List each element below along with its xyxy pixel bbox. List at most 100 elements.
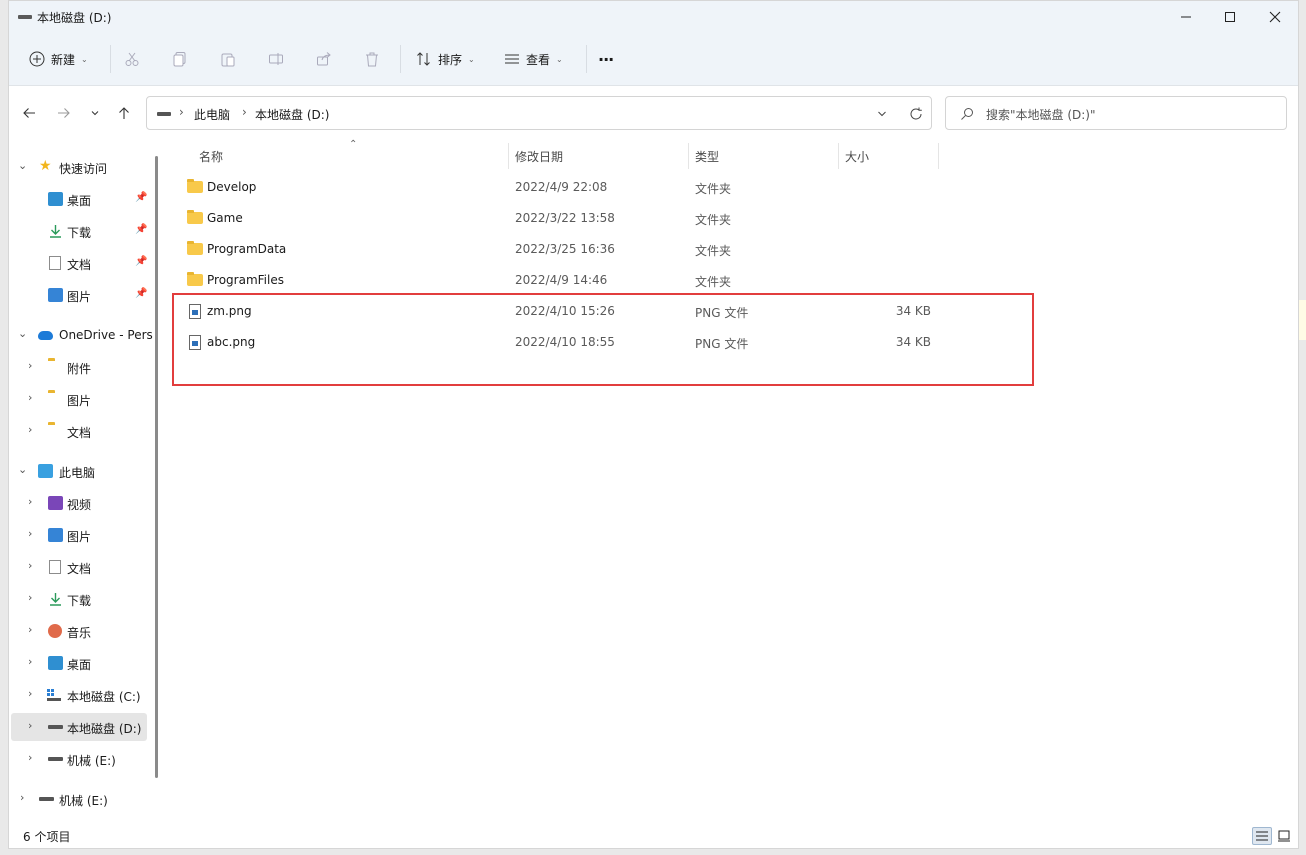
tiles-view-icon — [1278, 830, 1290, 842]
title-bar[interactable]: 本地磁盘 (D:) — [9, 1, 1298, 33]
tiles-view-button[interactable] — [1274, 827, 1294, 845]
document-icon — [49, 256, 61, 270]
sidebar-item-downloads[interactable]: 下载 📌 — [9, 217, 151, 245]
sidebar-item-pc-downloads[interactable]: › 下载 — [9, 585, 151, 613]
arrow-left-icon — [23, 108, 35, 118]
drive-icon — [157, 112, 171, 116]
sidebar-item-documents[interactable]: 文档 📌 — [9, 249, 151, 277]
sidebar-item-pc-documents[interactable]: › 文档 — [9, 553, 151, 581]
maximize-icon — [1225, 12, 1235, 22]
more-options-button[interactable]: ··· — [598, 47, 614, 71]
sidebar-item-label: 快速访问 — [59, 162, 108, 176]
sidebar-item-pc-desktop[interactable]: › 桌面 — [9, 649, 151, 677]
rename-icon — [269, 53, 283, 65]
recent-locations-button[interactable] — [83, 102, 107, 124]
star-icon: ★ — [39, 158, 52, 174]
file-type: 文件夹 — [695, 244, 732, 258]
file-row-develop[interactable]: Develop 2022/4/9 22:08 文件夹 — [169, 173, 989, 203]
chevron-right-icon: › — [28, 559, 33, 572]
details-view-button[interactable] — [1252, 827, 1272, 845]
chevron-right-icon: › — [28, 655, 33, 668]
share-icon — [317, 52, 331, 66]
chevron-down-icon: ⌄ — [18, 327, 28, 340]
close-button[interactable] — [1252, 1, 1298, 33]
sidebar-item-label: 图片 — [67, 530, 92, 544]
forward-button[interactable] — [52, 102, 76, 124]
pin-icon[interactable]: 📌 — [135, 224, 147, 235]
column-header-modified[interactable]: 修改日期 — [515, 148, 563, 165]
chevron-down-icon[interactable] — [877, 109, 887, 119]
column-divider[interactable] — [938, 143, 939, 169]
sidebar-item-attachments[interactable]: › 附件 — [9, 353, 151, 381]
file-name: Develop — [207, 180, 257, 194]
folder-icon — [187, 241, 203, 255]
chevron-right-icon: › — [28, 591, 33, 604]
sidebar-item-drive-c[interactable]: › 本地磁盘 (C:) — [9, 681, 151, 709]
chevron-down-icon: ⌄ — [468, 54, 475, 64]
drive-icon — [39, 797, 54, 801]
paste-button[interactable] — [220, 47, 236, 71]
delete-button[interactable] — [364, 47, 380, 71]
pin-icon[interactable]: 📌 — [135, 192, 147, 203]
sidebar-item-desktop[interactable]: 桌面 📌 — [9, 185, 151, 213]
rename-button[interactable] — [268, 47, 284, 71]
chevron-right-icon: › — [28, 527, 33, 540]
file-name: ProgramFiles — [207, 273, 284, 287]
sidebar-scrollbar[interactable] — [155, 156, 158, 778]
sidebar-item-pictures[interactable]: 图片 📌 — [9, 281, 151, 309]
file-row-programdata[interactable]: ProgramData 2022/3/25 16:36 文件夹 — [169, 235, 989, 265]
breadcrumb-this-pc[interactable]: 此电脑 — [194, 106, 230, 123]
chevron-right-icon: › — [28, 359, 33, 372]
refresh-icon[interactable] — [909, 107, 923, 121]
sidebar-item-label: 文档 — [67, 562, 92, 576]
sidebar-item-onedrive-pictures[interactable]: › 图片 — [9, 385, 151, 413]
sort-button[interactable]: 排序 ⌄ — [416, 47, 475, 71]
column-divider[interactable] — [838, 143, 839, 169]
file-row-game[interactable]: Game 2022/3/22 13:58 文件夹 — [169, 204, 989, 234]
chevron-down-icon: ⌄ — [18, 463, 28, 476]
folder-icon — [187, 210, 203, 224]
file-modified: 2022/3/25 16:36 — [515, 242, 615, 256]
pin-icon[interactable]: 📌 — [135, 256, 147, 267]
file-modified: 2022/3/22 13:58 — [515, 211, 615, 225]
share-button[interactable] — [316, 47, 332, 71]
pictures-icon — [48, 528, 63, 542]
minimize-button[interactable] — [1163, 1, 1209, 33]
breadcrumb-drive-d[interactable]: 本地磁盘 (D:) — [255, 106, 329, 123]
column-header-size[interactable]: 大小 — [845, 148, 869, 165]
sidebar-item-music[interactable]: › 音乐 — [9, 617, 151, 645]
sort-label: 排序 — [438, 52, 463, 67]
sidebar-item-quick-access[interactable]: ⌄ ★ 快速访问 — [9, 153, 151, 181]
address-bar[interactable]: › 此电脑 › 本地磁盘 (D:) — [146, 96, 932, 130]
back-button[interactable] — [17, 102, 41, 124]
sidebar-item-label: 此电脑 — [59, 466, 96, 480]
sidebar-item-onedrive[interactable]: ⌄ OneDrive - Pers — [9, 321, 153, 349]
file-name: Game — [207, 211, 243, 225]
column-header-name[interactable]: 名称 — [199, 148, 223, 165]
chevron-right-icon: › — [28, 623, 33, 636]
view-button[interactable]: 查看 ⌄ — [504, 47, 563, 71]
sidebar-item-pc-pictures[interactable]: › 图片 — [9, 521, 151, 549]
maximize-button[interactable] — [1207, 1, 1253, 33]
new-button[interactable]: 新建 ⌄ — [29, 47, 88, 71]
up-button[interactable] — [112, 102, 136, 124]
search-box[interactable]: 搜索"本地磁盘 (D:)" — [945, 96, 1287, 130]
pin-icon[interactable]: 📌 — [135, 288, 147, 299]
column-divider[interactable] — [688, 143, 689, 169]
column-header-type[interactable]: 类型 — [695, 148, 719, 165]
sidebar-item-videos[interactable]: › 视频 — [9, 489, 151, 517]
sidebar-item-onedrive-documents[interactable]: › 文档 — [9, 417, 151, 445]
sidebar-item-label: 桌面 — [67, 194, 92, 208]
search-input[interactable]: 搜索"本地磁盘 (D:)" — [986, 106, 1096, 123]
cut-button[interactable] — [124, 47, 140, 71]
copy-button[interactable] — [172, 47, 188, 71]
file-row-programfiles[interactable]: ProgramFiles 2022/4/9 14:46 文件夹 — [169, 266, 989, 296]
sidebar-item-drive-e[interactable]: › 机械 (E:) — [9, 745, 151, 773]
column-divider[interactable] — [508, 143, 509, 169]
sidebar-item-drive-d[interactable]: › 本地磁盘 (D:) — [11, 713, 147, 741]
window-title: 本地磁盘 (D:) — [37, 11, 112, 25]
file-type: 文件夹 — [695, 182, 732, 196]
sidebar-item-drive-e-root[interactable]: › 机械 (E:) — [9, 785, 151, 813]
sidebar-item-this-pc[interactable]: ⌄ 此电脑 — [9, 457, 151, 485]
sidebar-item-label: 图片 — [67, 394, 92, 408]
